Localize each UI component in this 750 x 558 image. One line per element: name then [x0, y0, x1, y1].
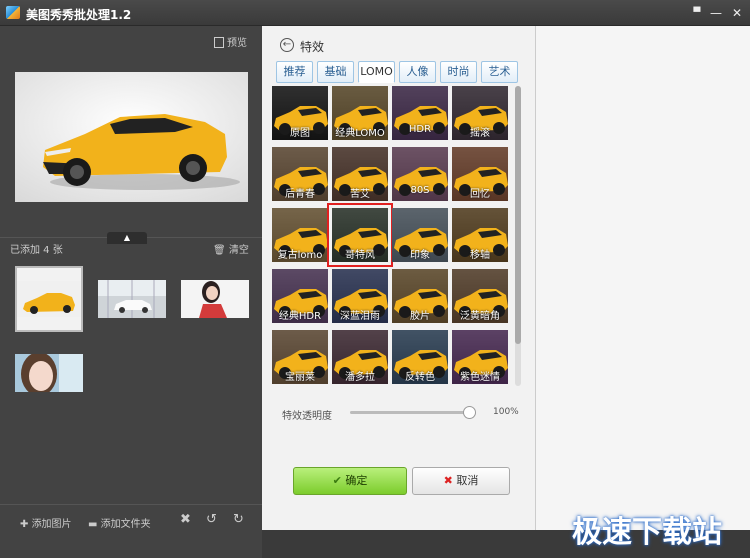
clear-label: 清空 — [228, 245, 249, 256]
effect-12[interactable]: 移轴 — [452, 208, 508, 262]
collapse-toggle[interactable]: ▲ — [107, 232, 147, 244]
thumbnail-car-white[interactable] — [98, 280, 166, 318]
effect-label: 移轴 — [470, 250, 490, 261]
effect-label: 原图 — [290, 128, 310, 139]
effect-label: 紫色迷情 — [460, 372, 500, 383]
opacity-slider[interactable] — [350, 406, 476, 419]
effects-panel: ← 特效 推荐 基础 LOMO 人像 时尚 艺术 原图 经典LOMO HDR 摇滚后青… — [262, 26, 536, 530]
opacity-label: 特效透明度 — [282, 411, 332, 422]
effects-title: 特效 — [300, 40, 325, 54]
effect-18[interactable]: 潘多拉 — [332, 330, 388, 384]
rotate-left-icon[interactable]: ↺ — [206, 512, 217, 527]
tab-fashion[interactable]: 时尚 — [440, 61, 477, 83]
effect-grid: 原图 经典LOMO HDR 摇滚后青春 苦艾 80S 回忆复古lomo 哥特风 印象 移轴经典HD… — [272, 86, 517, 386]
effect-label: 胶片 — [410, 311, 430, 322]
confirm-label: 确定 — [345, 474, 368, 487]
main-preview-image — [15, 72, 248, 202]
effect-label: 后青春 — [285, 189, 315, 200]
back-arrow-icon[interactable]: ← — [280, 38, 294, 52]
tab-basic[interactable]: 基础 — [317, 61, 354, 83]
add-image-button[interactable]: ✚ 添加图片 — [20, 515, 72, 530]
added-count: 已添加 4 张 — [10, 245, 63, 256]
trash-icon: 🗑 — [213, 245, 229, 256]
effect-label: 反转色 — [405, 372, 435, 383]
left-panel: 预览 ▲ 已添加 4 张 🗑 清空 ✚ 添加图片 ▬ 添加文件夹 ✖ ↺ ↻ — [0, 26, 262, 558]
effect-10[interactable]: 哥特风 — [327, 203, 393, 267]
folder-icon: ▬ — [88, 519, 101, 530]
effect-label: 回忆 — [470, 189, 490, 200]
effect-label: HDR — [408, 124, 432, 135]
delete-icon[interactable]: ✖ — [180, 512, 191, 527]
effect-label: 摇滚 — [470, 128, 490, 139]
effect-label: 印象 — [410, 250, 430, 261]
clear-button[interactable]: 🗑 清空 — [213, 241, 249, 256]
opacity-slider-knob[interactable] — [463, 406, 476, 419]
title-bar: 美图秀秀批处理1.2 ▀ — ✕ — [0, 0, 750, 26]
effect-7[interactable]: 80S — [392, 147, 448, 201]
effect-13[interactable]: 经典HDR — [272, 269, 328, 323]
effect-1[interactable]: 原图 — [272, 86, 328, 140]
cancel-button[interactable]: ✖ 取消 — [412, 467, 510, 495]
effect-label: 80S — [410, 185, 430, 196]
tab-portrait[interactable]: 人像 — [399, 61, 436, 83]
effect-label: 经典HDR — [278, 311, 322, 322]
effect-scrollbar[interactable] — [515, 86, 521, 386]
scrollbar-thumb[interactable] — [515, 86, 521, 344]
window-title: 美图秀秀批处理1.2 — [26, 8, 132, 22]
effect-17[interactable]: 宝丽莱 — [272, 330, 328, 384]
thumbnail-portrait-red[interactable] — [181, 280, 249, 318]
plus-icon: ✚ — [20, 519, 32, 530]
effect-6[interactable]: 苦艾 — [332, 147, 388, 201]
effect-19[interactable]: 反转色 — [392, 330, 448, 384]
right-panel: ← 特效 推荐 基础 LOMO 人像 时尚 艺术 原图 经典LOMO HDR 摇滚后青… — [262, 26, 750, 530]
close-icon: ✖ — [443, 474, 457, 487]
effect-2[interactable]: 经典LOMO — [332, 86, 388, 140]
tab-art[interactable]: 艺术 — [481, 61, 518, 83]
effect-20[interactable]: 紫色迷情 — [452, 330, 508, 384]
close-button[interactable]: ✕ — [728, 4, 746, 22]
effect-14[interactable]: 深蓝泪雨 — [332, 269, 388, 323]
effect-16[interactable]: 泛黄暗角 — [452, 269, 508, 323]
effect-5[interactable]: 后青春 — [272, 147, 328, 201]
preview-link[interactable]: 预览 — [214, 34, 247, 49]
preview-label: 预览 — [227, 38, 247, 49]
tab-recommend[interactable]: 推荐 — [276, 61, 313, 83]
tab-lomo[interactable]: LOMO — [358, 61, 395, 83]
rotate-right-icon[interactable]: ↻ — [233, 512, 244, 527]
cancel-label: 取消 — [456, 474, 479, 487]
minimize-button[interactable]: — — [707, 4, 725, 22]
effect-label: 潘多拉 — [345, 372, 375, 383]
effect-4[interactable]: 摇滚 — [452, 86, 508, 140]
effect-label: 哥特风 — [345, 250, 375, 261]
effect-label: 泛黄暗角 — [460, 311, 500, 322]
effect-8[interactable]: 回忆 — [452, 147, 508, 201]
effect-label: 深蓝泪雨 — [340, 311, 380, 322]
add-folder-button[interactable]: ▬ 添加文件夹 — [88, 515, 151, 530]
skin-button[interactable]: ▀ — [688, 4, 706, 22]
confirm-button[interactable]: ✔ 确定 — [293, 467, 407, 495]
effect-label: 宝丽莱 — [285, 372, 315, 383]
add-folder-label: 添加文件夹 — [100, 519, 151, 530]
effect-9[interactable]: 复古lomo — [272, 208, 328, 262]
effect-tabs: 推荐 基础 LOMO 人像 时尚 艺术 — [276, 61, 522, 83]
left-toolbar: ✚ 添加图片 ▬ 添加文件夹 ✖ ↺ ↻ — [0, 504, 262, 558]
check-icon: ✔ — [332, 474, 346, 487]
thumbnail-portrait-face[interactable] — [15, 354, 83, 392]
effect-3[interactable]: HDR — [392, 86, 448, 140]
app-icon — [6, 6, 20, 19]
effect-label: 复古lomo — [277, 250, 323, 261]
add-image-label: 添加图片 — [31, 519, 72, 530]
preview-icon — [214, 37, 224, 48]
opacity-value: 100% — [493, 407, 519, 417]
watermark: 极速下载站 — [572, 515, 722, 550]
effect-label: 经典LOMO — [335, 128, 385, 139]
effect-label: 苦艾 — [350, 189, 370, 200]
effect-11[interactable]: 印象 — [392, 208, 448, 262]
effect-15[interactable]: 胶片 — [392, 269, 448, 323]
thumbnail-car-yellow[interactable] — [15, 266, 83, 332]
